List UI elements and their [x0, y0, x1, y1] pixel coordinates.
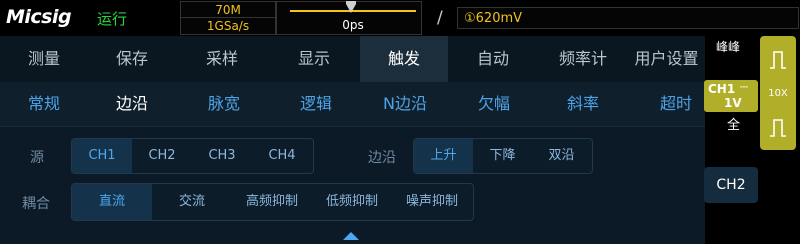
source-label: 源: [30, 150, 44, 166]
tab-user-settings[interactable]: 用户设置: [628, 36, 705, 82]
tab-auto[interactable]: 自动: [448, 36, 538, 82]
menu-tabs: 测量 保存 采样 显示 触发 自动 频率计 用户设置: [0, 36, 705, 82]
coupling-hf-reject[interactable]: 高频抑制: [232, 184, 312, 220]
tab-save[interactable]: 保存: [88, 36, 176, 82]
tab-display[interactable]: 显示: [268, 36, 360, 82]
collapse-caret-icon[interactable]: [343, 232, 359, 240]
edge-both[interactable]: 双沿: [532, 139, 591, 173]
ch1-label: CH1: [708, 82, 736, 96]
edge-selector: 上升 下降 双沿: [413, 138, 593, 174]
source-ch1[interactable]: CH1: [72, 139, 132, 173]
tab-counter[interactable]: 频率计: [538, 36, 628, 82]
coupling-selector: 直流 交流 高频抑制 低频抑制 噪声抑制: [71, 183, 474, 221]
trigger-position-icon[interactable]: [346, 1, 356, 13]
coupling-noise-reject[interactable]: 噪声抑制: [392, 184, 472, 220]
subtab-normal[interactable]: 常规: [0, 82, 88, 126]
subtab-slope[interactable]: 斜率: [538, 82, 628, 126]
sample-rate[interactable]: 1GSa/s: [180, 17, 276, 35]
subtab-n-edge[interactable]: N边沿: [360, 82, 450, 126]
tab-acquire[interactable]: 采样: [176, 36, 268, 82]
square-wave-up-icon[interactable]: [768, 48, 788, 72]
subtab-runt[interactable]: 欠幅: [450, 82, 538, 126]
subtab-pulse-width[interactable]: 脉宽: [176, 82, 272, 126]
time-offset[interactable]: 0ps: [290, 17, 416, 33]
subtab-logic[interactable]: 逻辑: [272, 82, 360, 126]
trigger-level[interactable]: ①620mV: [457, 7, 799, 29]
tab-trigger[interactable]: 触发: [360, 36, 448, 82]
source-ch3[interactable]: CH3: [192, 139, 252, 173]
source-selector: CH1 CH2 CH3 CH4: [71, 138, 314, 174]
edge-rising[interactable]: 上升: [414, 139, 473, 173]
square-wave-down-icon[interactable]: [768, 116, 788, 140]
ch2-button[interactable]: CH2: [704, 167, 758, 203]
run-status[interactable]: 运行: [97, 8, 127, 29]
probe-ratio[interactable]: 10X: [760, 88, 796, 99]
rising-edge-slash-icon: /: [437, 8, 443, 28]
ch1-bandwidth[interactable]: 全: [727, 114, 740, 133]
source-ch2[interactable]: CH2: [132, 139, 192, 173]
ch1-scale: 1V: [724, 96, 742, 110]
trigger-type-tabs: 常规 边沿 脉宽 逻辑 N边沿 欠幅 斜率 超时: [0, 82, 705, 126]
coupling-dc[interactable]: 直流: [72, 184, 152, 220]
coupling-lf-reject[interactable]: 低频抑制: [312, 184, 392, 220]
coupling-label: 耦合: [22, 196, 50, 212]
coupling-ac[interactable]: 交流: [152, 184, 232, 220]
brand-logo: Micsig: [6, 6, 72, 28]
tab-measure[interactable]: 测量: [0, 36, 88, 82]
subtab-edge[interactable]: 边沿: [88, 82, 176, 126]
dc-coupling-icon: ⎓: [740, 82, 748, 93]
edge-falling[interactable]: 下降: [473, 139, 532, 173]
source-ch4[interactable]: CH4: [252, 139, 312, 173]
divider: [0, 126, 705, 127]
edge-label: 边沿: [368, 150, 396, 166]
measure-peak-peak[interactable]: 峰峰: [716, 38, 740, 55]
